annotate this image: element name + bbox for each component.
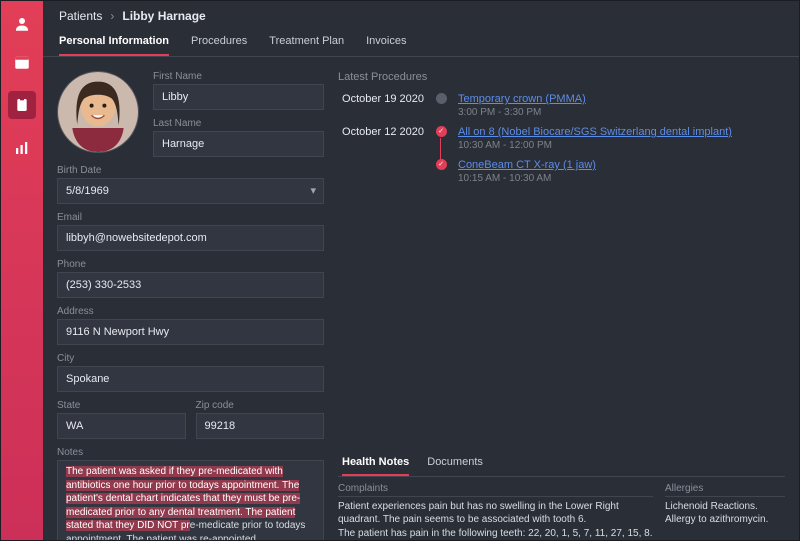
timeline-row: ✓ ConeBeam CT X-ray (1 jaw) 10:15 AM - 1…: [338, 159, 785, 184]
tab-invoices[interactable]: Invoices: [366, 27, 406, 56]
birth-date-field[interactable]: [57, 178, 324, 204]
procedure-link[interactable]: ConeBeam CT X-ray (1 jaw): [458, 159, 596, 171]
right-column: Latest Procedures October 19 2020 Tempor…: [338, 57, 799, 540]
complaints-header: Complaints: [338, 483, 653, 497]
label-state: State: [57, 400, 186, 411]
last-name-field[interactable]: [153, 131, 324, 157]
tab-treatment-plan[interactable]: Treatment Plan: [269, 27, 344, 56]
nav-rail: [1, 1, 43, 540]
phone-field[interactable]: [57, 272, 324, 298]
state-field[interactable]: [57, 413, 186, 439]
timeline-row: October 19 2020 Temporary crown (PMMA) 3…: [338, 93, 785, 118]
label-first-name: First Name: [153, 71, 324, 82]
label-phone: Phone: [57, 259, 324, 270]
timeline-check-icon: ✓: [436, 159, 447, 170]
chart-icon[interactable]: [13, 139, 31, 157]
procedure-time: 3:00 PM - 3:30 PM: [458, 107, 586, 118]
allergies-text: Lichenoid Reactions. Allergy to azithrom…: [665, 500, 785, 527]
person-icon[interactable]: [13, 15, 31, 33]
label-email: Email: [57, 212, 324, 223]
label-city: City: [57, 353, 324, 364]
label-notes: Notes: [57, 447, 324, 458]
label-zip: Zip code: [196, 400, 325, 411]
content: First Name Last Name Birth Date: [43, 57, 799, 540]
latest-procedures-title: Latest Procedures: [338, 71, 785, 83]
breadcrumb-current: Libby Harnage: [122, 9, 205, 23]
bottom-panel: Health Notes Documents Complaints Patien…: [338, 450, 785, 541]
procedure-time: 10:30 AM - 12:00 PM: [458, 140, 732, 151]
zip-field[interactable]: [196, 413, 325, 439]
timeline-row: October 12 2020 ✓ All on 8 (Nobel Biocar…: [338, 126, 785, 151]
notes-field[interactable]: The patient was asked if they pre-medica…: [57, 460, 324, 540]
label-last-name: Last Name: [153, 118, 324, 129]
procedure-time: 10:15 AM - 10:30 AM: [458, 173, 596, 184]
avatar-image: [58, 72, 138, 152]
bottom-tabs: Health Notes Documents: [338, 450, 785, 477]
label-address: Address: [57, 306, 324, 317]
clipboard-icon[interactable]: [8, 91, 36, 119]
timeline-date: October 19 2020: [338, 93, 434, 105]
timeline-dot-icon: [436, 93, 447, 104]
city-field[interactable]: [57, 366, 324, 392]
label-birth-date: Birth Date: [57, 165, 324, 176]
avatar: [57, 71, 139, 153]
app-root: Patients › Libby Harnage Personal Inform…: [0, 0, 800, 541]
complaints-text: Patient experiences pain but has no swel…: [338, 500, 653, 541]
main-area: Patients › Libby Harnage Personal Inform…: [43, 1, 799, 540]
chevron-right-icon: ›: [110, 9, 114, 23]
procedure-link[interactable]: Temporary crown (PMMA): [458, 93, 586, 105]
timeline-date: October 12 2020: [338, 126, 434, 138]
email-field[interactable]: [57, 225, 324, 251]
timeline: October 19 2020 Temporary crown (PMMA) 3…: [338, 93, 785, 192]
first-name-field[interactable]: [153, 84, 324, 110]
left-column: First Name Last Name Birth Date: [43, 57, 338, 540]
timeline-check-icon: ✓: [436, 126, 447, 137]
breadcrumb-root[interactable]: Patients: [59, 9, 102, 23]
calendar-icon[interactable]: [13, 53, 31, 71]
tab-procedures[interactable]: Procedures: [191, 27, 247, 56]
main-tabs: Personal Information Procedures Treatmen…: [43, 27, 799, 57]
breadcrumb: Patients › Libby Harnage: [43, 1, 799, 27]
tab-personal-information[interactable]: Personal Information: [59, 27, 169, 56]
procedure-link[interactable]: All on 8 (Nobel Biocare/SGS Switzerlang …: [458, 126, 732, 138]
address-field[interactable]: [57, 319, 324, 345]
tab-documents[interactable]: Documents: [427, 450, 483, 476]
tab-health-notes[interactable]: Health Notes: [342, 450, 409, 476]
allergies-header: Allergies: [665, 483, 785, 497]
